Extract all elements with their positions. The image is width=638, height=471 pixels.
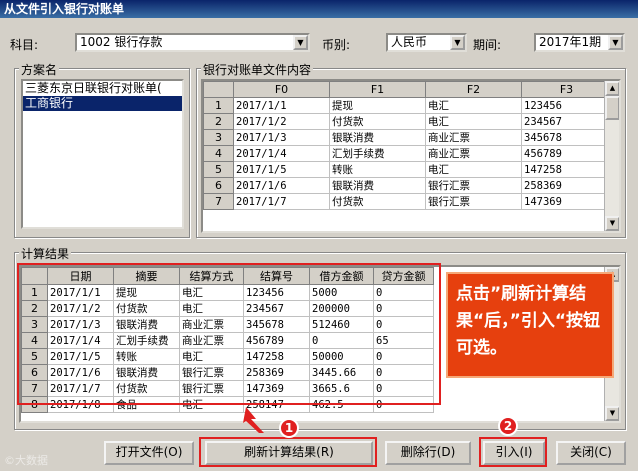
- scheme-list[interactable]: 三菱东京日联银行对账单( 工商银行: [21, 79, 184, 229]
- period-combo[interactable]: 2017年1期 ▼: [534, 33, 625, 52]
- row-number[interactable]: 4: [203, 145, 234, 162]
- subject-value: 1002 银行存款: [80, 35, 163, 49]
- scheme-group: 方案名 三菱东京日联银行对账单( 工商银行: [14, 61, 190, 238]
- period-label: 期间:: [473, 38, 502, 52]
- table-cell[interactable]: 电汇: [425, 97, 522, 114]
- row-number[interactable]: 6: [203, 177, 234, 194]
- scroll-thumb[interactable]: [605, 96, 619, 120]
- open-file-button[interactable]: 打开文件(O): [104, 441, 194, 465]
- scheme-item-selected[interactable]: 工商银行: [23, 96, 182, 111]
- delete-row-button[interactable]: 删除行(D): [385, 441, 471, 465]
- table-cell[interactable]: 456789: [521, 145, 612, 162]
- table-cell[interactable]: 258369: [521, 177, 612, 194]
- table-cell[interactable]: 提现: [329, 97, 426, 114]
- row-number[interactable]: 7: [203, 193, 234, 210]
- chevron-down-icon[interactable]: ▼: [608, 35, 623, 50]
- chevron-down-icon[interactable]: ▼: [450, 35, 465, 50]
- table-row[interactable]: 6 2017/1/6 银联消费 银行汇票 258369: [203, 177, 612, 194]
- table-row[interactable]: 7 2017/1/7 付货款 银行汇票 147369: [203, 193, 612, 210]
- table-cell[interactable]: 2017/1/1: [233, 97, 330, 114]
- table-cell[interactable]: 147369: [521, 193, 612, 210]
- table-cell[interactable]: 付货款: [329, 193, 426, 210]
- currency-value: 人民币: [391, 35, 428, 49]
- scroll-down-icon[interactable]: ▼: [605, 216, 619, 231]
- table-row[interactable]: 5 2017/1/5 转账 电汇 147258: [203, 161, 612, 178]
- table-cell[interactable]: 2017/1/4: [233, 145, 330, 162]
- table-row[interactable]: 4 2017/1/4 汇划手续费 商业汇票 456789: [203, 145, 612, 162]
- table-cell[interactable]: 345678: [521, 129, 612, 146]
- table-cell[interactable]: 付货款: [329, 113, 426, 130]
- column-header[interactable]: F2: [425, 81, 522, 98]
- arrow-up-icon: [243, 407, 264, 433]
- file-content-group: 银行对账单文件内容 F0 F1 F2 F3 1 2017/1/1 提现 电汇 123456 2 2…: [196, 61, 626, 238]
- row-number[interactable]: 5: [203, 161, 234, 178]
- row-number[interactable]: 2: [203, 113, 234, 130]
- file-content-table: F0 F1 F2 F3 1 2017/1/1 提现 电汇 123456 2 2017/1/2 付货款…: [203, 81, 612, 210]
- scheme-item[interactable]: 三菱东京日联银行对账单(: [23, 81, 182, 96]
- file-content-grid[interactable]: F0 F1 F2 F3 1 2017/1/1 提现 电汇 123456 2 2017/1/2 付货款…: [201, 79, 621, 233]
- table-cell[interactable]: 电汇: [425, 161, 522, 178]
- scroll-down-icon[interactable]: ▼: [605, 406, 619, 421]
- table-cell[interactable]: 商业汇票: [425, 145, 522, 162]
- table-cell[interactable]: 2017/1/6: [233, 177, 330, 194]
- table-cell[interactable]: 银行汇票: [425, 177, 522, 194]
- refresh-highlight-box: [199, 437, 377, 467]
- window-title: 从文件引入银行对账单: [0, 0, 638, 18]
- close-button[interactable]: 关闭(C): [556, 441, 626, 465]
- subject-combo[interactable]: 1002 银行存款 ▼: [75, 33, 310, 52]
- import-bank-statement-dialog: 从文件引入银行对账单 科目: 1002 银行存款 ▼ 币别: 人民币 ▼ 期间:…: [0, 0, 638, 471]
- step-badge-2: 2: [498, 416, 518, 436]
- table-row[interactable]: 1 2017/1/1 提现 电汇 123456: [203, 97, 612, 114]
- watermark: ©大数据: [4, 454, 48, 467]
- table-cell[interactable]: 汇划手续费: [329, 145, 426, 162]
- table-cell[interactable]: 2017/1/2: [233, 113, 330, 130]
- period-value: 2017年1期: [539, 35, 602, 49]
- column-header[interactable]: F3: [521, 81, 612, 98]
- scheme-group-title: 方案名: [19, 61, 60, 78]
- table-cell[interactable]: 电汇: [425, 113, 522, 130]
- result-highlight-box: [17, 263, 441, 405]
- table-cell[interactable]: 转账: [329, 161, 426, 178]
- table-cell[interactable]: 商业汇票: [425, 129, 522, 146]
- row-number[interactable]: 3: [203, 129, 234, 146]
- currency-label: 币别:: [322, 38, 351, 52]
- scroll-up-icon[interactable]: ▲: [605, 81, 619, 96]
- table-cell[interactable]: 银行汇票: [425, 193, 522, 210]
- column-header[interactable]: F1: [329, 81, 426, 98]
- annotation-callout: 点击”刷新计算结果“后，”引入“按钮可选。: [446, 272, 614, 378]
- chevron-down-icon[interactable]: ▼: [293, 35, 308, 50]
- table-cell[interactable]: 2017/1/3: [233, 129, 330, 146]
- table-cell[interactable]: 银联消费: [329, 177, 426, 194]
- column-header[interactable]: [203, 81, 234, 98]
- table-cell[interactable]: 147258: [521, 161, 612, 178]
- result-group-title: 计算结果: [19, 245, 72, 262]
- table-cell[interactable]: 234567: [521, 113, 612, 130]
- subject-label: 科目:: [10, 38, 39, 52]
- currency-combo[interactable]: 人民币 ▼: [386, 33, 467, 52]
- table-row[interactable]: 2 2017/1/2 付货款 电汇 234567: [203, 113, 612, 130]
- table-cell[interactable]: 银联消费: [329, 129, 426, 146]
- file-content-group-title: 银行对账单文件内容: [201, 61, 314, 78]
- table-cell[interactable]: 123456: [521, 97, 612, 114]
- table-cell[interactable]: 2017/1/7: [233, 193, 330, 210]
- table-row[interactable]: 3 2017/1/3 银联消费 商业汇票 345678: [203, 129, 612, 146]
- step-badge-1: 1: [279, 418, 299, 438]
- table-cell[interactable]: 2017/1/5: [233, 161, 330, 178]
- column-header[interactable]: F0: [233, 81, 330, 98]
- file-content-scrollbar[interactable]: ▲ ▼: [604, 81, 619, 231]
- import-highlight-box: [479, 437, 547, 467]
- row-number[interactable]: 1: [203, 97, 234, 114]
